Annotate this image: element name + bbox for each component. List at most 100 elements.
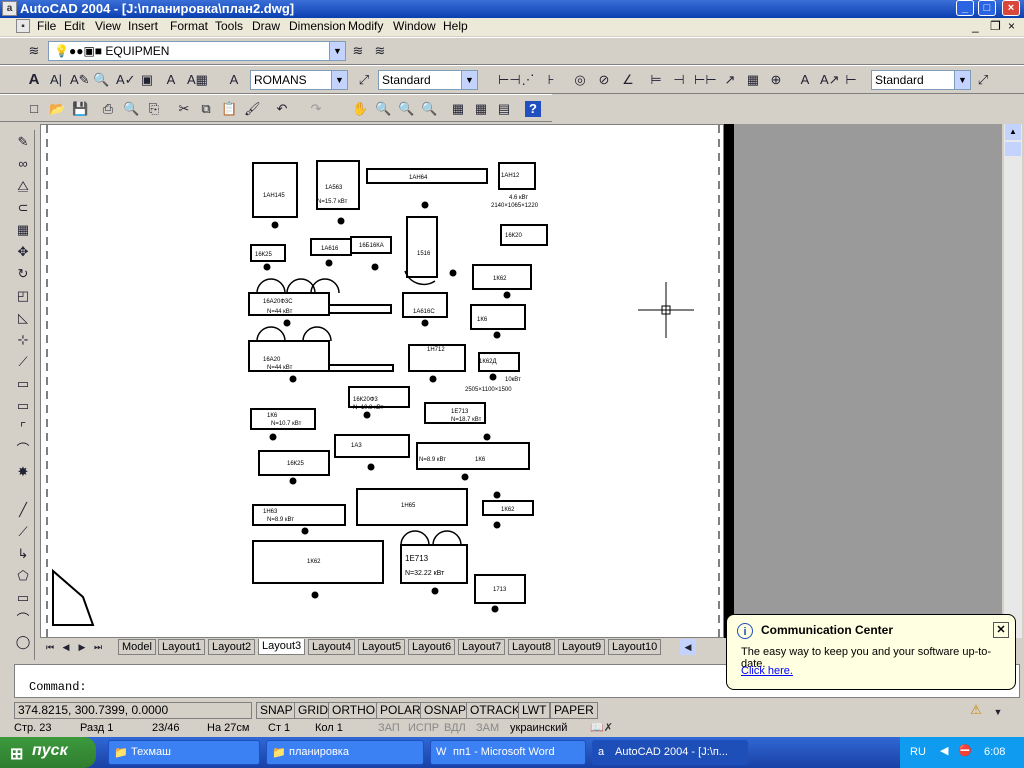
open-file-icon[interactable]: 📂	[49, 101, 65, 117]
maximize-button[interactable]: □	[978, 0, 996, 16]
tab-model[interactable]: Model	[118, 639, 156, 655]
menu-file[interactable]: File	[37, 19, 56, 33]
prev-tab-icon[interactable]: ◀	[58, 639, 74, 655]
doc-minimize-button[interactable]: _	[972, 19, 979, 33]
text-style-combo[interactable]: ROMANS ▼	[250, 70, 348, 90]
join-icon[interactable]: ▭	[15, 398, 31, 414]
layer-manager-icon[interactable]: ≋	[26, 43, 42, 59]
polygon-icon[interactable]: ⬠	[15, 568, 31, 584]
arc-icon[interactable]: ⌒	[15, 612, 31, 628]
spelling-status-icon[interactable]: 📖✗	[590, 721, 613, 734]
quick-leader-icon[interactable]: ↗	[722, 72, 738, 88]
chamfer-icon[interactable]: ⌜	[15, 420, 31, 436]
chevron-down-icon[interactable]: ▼	[990, 704, 1006, 720]
osnap-toggle[interactable]: OSNAP	[420, 702, 471, 719]
balloon-close-button[interactable]: ✕	[993, 622, 1009, 638]
tab-layout2[interactable]: Layout2	[208, 639, 256, 655]
publish-icon[interactable]: ⎘	[146, 101, 162, 117]
coordinates-readout[interactable]: 374.8215, 300.7399, 0.0000	[14, 702, 252, 719]
edit-text-icon[interactable]: A✎	[70, 72, 90, 88]
grid-toggle[interactable]: GRID	[294, 702, 332, 719]
warning-icon[interactable]: ⚠	[968, 702, 984, 718]
angular-dimension-icon[interactable]: ∠	[620, 72, 636, 88]
document-icon[interactable]: ▪	[16, 19, 30, 33]
circle-icon[interactable]: ◯	[15, 634, 31, 650]
tolerance-icon[interactable]: ▦	[745, 72, 761, 88]
trim-icon[interactable]: ⊹	[15, 332, 31, 348]
scroll-left-icon[interactable]: ◀	[680, 639, 696, 655]
tab-layout9[interactable]: Layout9	[558, 639, 606, 655]
aligned-dimension-icon[interactable]: ⋰	[520, 72, 536, 88]
text-style-icon[interactable]: ▣	[139, 72, 155, 88]
tab-layout4[interactable]: Layout4	[308, 639, 356, 655]
move-icon[interactable]: ✥	[15, 244, 31, 260]
tab-layout10[interactable]: Layout10	[608, 639, 662, 655]
help-icon[interactable]: ?	[525, 101, 541, 117]
table-style-combo[interactable]: Standard ▼	[871, 70, 971, 90]
menu-window[interactable]: Window	[393, 19, 436, 33]
cut-icon[interactable]: ✂	[176, 101, 192, 117]
communication-center-balloon[interactable]: i Communication Center ✕ The easy way to…	[726, 614, 1016, 690]
menu-view[interactable]: View	[95, 19, 121, 33]
scroll-up-icon[interactable]: ▲	[1005, 124, 1021, 140]
tab-layout8[interactable]: Layout8	[508, 639, 556, 655]
menu-dimension[interactable]: Dimension	[289, 19, 346, 33]
save-icon[interactable]: 💾	[72, 101, 88, 117]
layer-previous-icon[interactable]: ≋	[372, 43, 388, 59]
first-tab-icon[interactable]: ⏮	[42, 639, 58, 655]
layer-combo[interactable]: 💡●●▣■ EQUIPMEN ▼	[48, 41, 346, 61]
pan-icon[interactable]: ✋	[352, 101, 368, 117]
next-tab-icon[interactable]: ▶	[74, 639, 90, 655]
extend-icon[interactable]: ⟋	[15, 354, 31, 370]
polar-toggle[interactable]: POLAR	[376, 702, 425, 719]
dimension-style-icon[interactable]: ⤢	[356, 72, 372, 88]
task-planirovka[interactable]: 📁 планировка	[266, 740, 424, 765]
scale-icon[interactable]: ◰	[15, 288, 31, 304]
break-icon[interactable]: ▭	[15, 376, 31, 392]
scale-text-icon[interactable]: A	[163, 72, 179, 88]
polyline-icon[interactable]: ↳	[15, 546, 31, 562]
dimension-text-edit-icon[interactable]: A↗	[820, 72, 840, 88]
tray-arrow-icon[interactable]: ◀	[940, 744, 948, 757]
snap-toggle[interactable]: SNAP	[256, 702, 297, 719]
line-icon[interactable]: ╱	[15, 502, 31, 518]
scroll-thumb[interactable]	[1005, 142, 1021, 156]
quick-dimension-icon[interactable]: ⊨	[648, 72, 664, 88]
paste-icon[interactable]: 📋	[221, 101, 237, 117]
close-button[interactable]: ×	[1002, 0, 1020, 16]
antivirus-icon[interactable]: ⛔	[958, 744, 972, 757]
multiline-text-icon[interactable]: A	[26, 72, 42, 88]
zoom-previous-icon[interactable]: 🔍	[421, 101, 437, 117]
design-center-icon[interactable]: ▦	[473, 101, 489, 117]
task-techmash[interactable]: 📁 Техмаш	[108, 740, 260, 765]
lwt-toggle[interactable]: LWT	[518, 702, 551, 719]
radius-dimension-icon[interactable]: ◎	[572, 72, 588, 88]
center-mark-icon[interactable]: ⊕	[768, 72, 784, 88]
menu-edit[interactable]: Edit	[64, 19, 85, 33]
ordinate-dimension-icon[interactable]: ⊦	[543, 72, 559, 88]
stretch-icon[interactable]: ◺	[15, 310, 31, 326]
tab-layout3[interactable]: Layout3	[258, 639, 306, 655]
plot-preview-icon[interactable]: 🔍	[123, 101, 139, 117]
tool-palettes-icon[interactable]: ▤	[496, 101, 512, 117]
make-object-layer-current-icon[interactable]: ≋	[350, 43, 366, 59]
menu-format[interactable]: Format	[170, 19, 208, 33]
diameter-dimension-icon[interactable]: ⊘	[596, 72, 612, 88]
task-word[interactable]: W пп1 - Microsoft Word	[430, 740, 586, 765]
start-button[interactable]: ⊞ пуск	[0, 737, 96, 768]
new-file-icon[interactable]: □	[26, 101, 42, 117]
rectangle-icon[interactable]: ▭	[15, 590, 31, 606]
menu-insert[interactable]: Insert	[128, 19, 158, 33]
menu-draw[interactable]: Draw	[252, 19, 280, 33]
dimension-edit-icon[interactable]: A	[797, 72, 813, 88]
menu-help[interactable]: Help	[443, 19, 468, 33]
offset-icon[interactable]: ⊂	[15, 200, 31, 216]
otrack-toggle[interactable]: OTRACK	[466, 702, 525, 719]
autocad-app-icon[interactable]: a	[2, 1, 17, 16]
zoom-realtime-icon[interactable]: 🔍	[375, 101, 391, 117]
doc-close-button[interactable]: ×	[1008, 19, 1015, 33]
minimize-button[interactable]: _	[956, 0, 974, 16]
ortho-toggle[interactable]: ORTHO	[328, 702, 380, 719]
doc-restore-button[interactable]: ❐	[990, 19, 1001, 33]
dim-style-combo[interactable]: Standard ▼	[378, 70, 478, 90]
